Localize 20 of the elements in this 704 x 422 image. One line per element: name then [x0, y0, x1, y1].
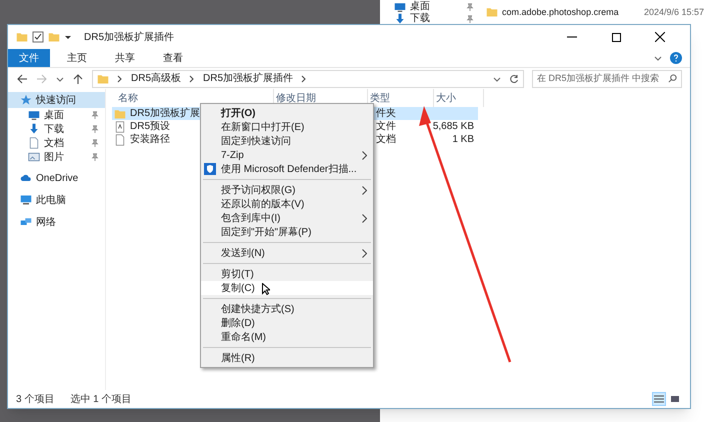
nav-label: OneDrive	[36, 172, 78, 186]
file-type: 文档	[376, 132, 396, 147]
file-size: 5,685 KB	[432, 120, 474, 134]
nav-label: 文档	[44, 136, 64, 150]
nav-label: 网络	[36, 216, 56, 230]
nav-label: 下载	[44, 122, 64, 136]
file-size: 1 KB	[452, 133, 474, 147]
window-title: DR5加强板扩展插件	[84, 30, 174, 44]
file-type: 文件	[376, 120, 396, 134]
status-text: 选中 1 个项目	[70, 392, 132, 406]
file-date: 2024/9/6 15:57	[644, 6, 704, 18]
nav-label: 图片	[44, 150, 64, 164]
nav-label: 此电脑	[36, 194, 66, 208]
file-type: 件夹	[376, 106, 396, 120]
file-name: DR5加强板扩展	[130, 106, 200, 121]
status-text: 3 个项目	[16, 392, 54, 406]
nav-label: 桌面	[44, 108, 64, 122]
nav-label: 快速访问	[36, 94, 76, 108]
file-name: 安装路径	[130, 132, 170, 147]
file-name: DR5预设	[130, 120, 170, 134]
